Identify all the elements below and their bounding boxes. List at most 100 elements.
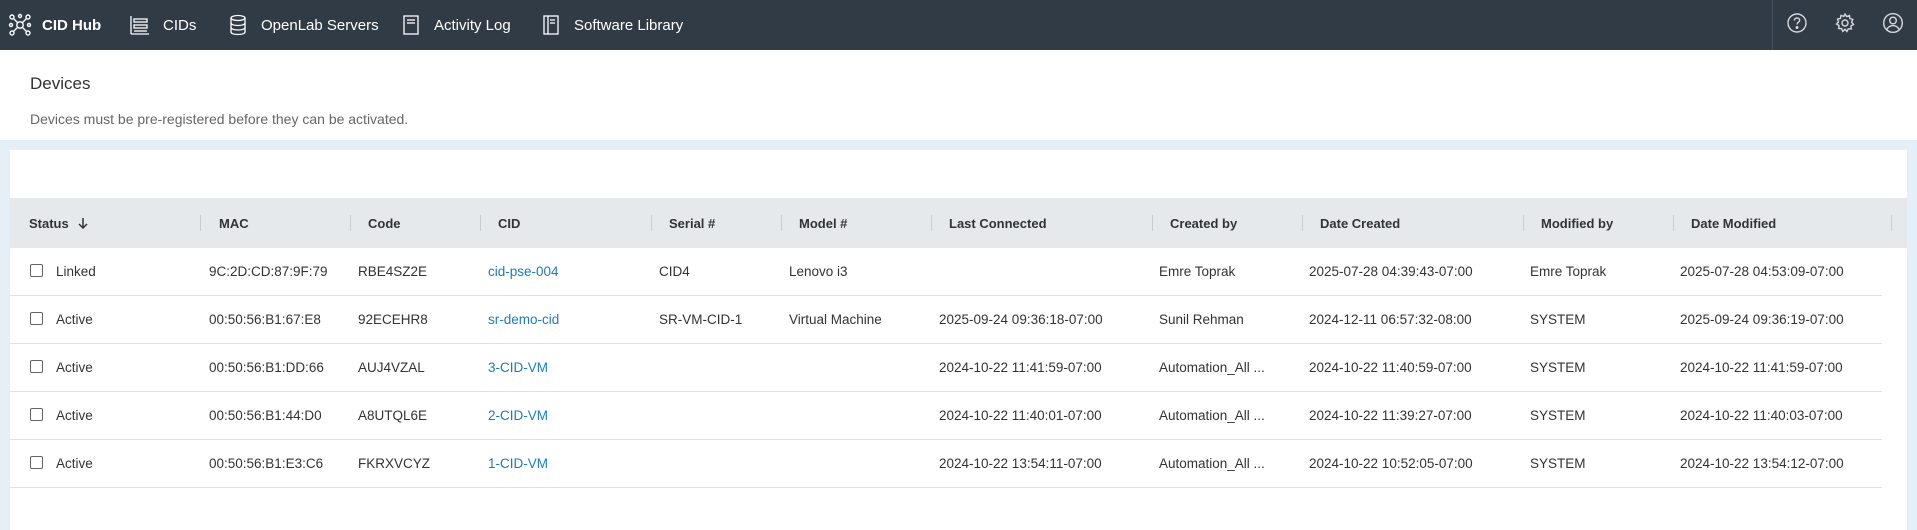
column-header-modified-by[interactable]: Modified by (1524, 198, 1674, 248)
column-header-label: CID (498, 215, 521, 231)
nav-item-activity-log[interactable]: Activity Log (400, 0, 511, 50)
modified-by-cell: SYSTEM (1530, 456, 1586, 471)
column-header-label: Modified by (1541, 215, 1614, 231)
last-connected-cell: 2024-10-22 11:41:59-07:00 (939, 360, 1102, 375)
brand-home-link[interactable]: CID Hub (0, 0, 101, 50)
table-row[interactable]: Active 00:50:56:B1:E3:C6 FKRXVCYZ 1-CID-… (10, 440, 1882, 488)
status-cell: Active (56, 312, 93, 327)
date-created-cell: 2024-10-22 11:39:27-07:00 (1309, 408, 1472, 423)
last-connected-cell: 2024-10-22 11:40:01-07:00 (939, 408, 1102, 423)
mac-cell: 00:50:56:B1:67:E8 (209, 312, 321, 327)
cid-link[interactable]: cid-pse-004 (488, 248, 559, 295)
last-connected-cell: 2025-09-24 09:36:18-07:00 (939, 312, 1103, 327)
table-header-row: Status MAC Code CID Serial # Model # Las… (10, 198, 1907, 248)
nav-item-label: Software Library (574, 16, 684, 34)
nav-item-cids[interactable]: CIDs (129, 0, 196, 50)
row-select-checkbox[interactable] (30, 264, 43, 277)
created-by-cell: Sunil Rehman (1159, 312, 1244, 327)
hub-network-icon (8, 13, 32, 37)
modified-by-cell: SYSTEM (1530, 360, 1586, 375)
serial-cell: CID4 (659, 264, 690, 279)
help-button[interactable] (1773, 0, 1821, 50)
column-header-status[interactable]: Status (29, 198, 201, 248)
column-header-label: Date Modified (1691, 215, 1777, 231)
status-cell: Active (56, 360, 93, 375)
code-cell: AUJ4VZAL (358, 360, 425, 375)
cid-link[interactable]: sr-demo-cid (488, 296, 559, 343)
code-cell: A8UTQL6E (358, 408, 428, 423)
mac-cell: 00:50:56:B1:E3:C6 (209, 456, 324, 471)
settings-gear-icon (1834, 12, 1856, 39)
column-header-label: MAC (219, 215, 249, 231)
page-header: Devices Devices must be pre-registered b… (0, 50, 1917, 140)
column-header-serial[interactable]: Serial # (652, 198, 782, 248)
devices-table-card: Status MAC Code CID Serial # Model # Las… (10, 150, 1907, 530)
date-modified-cell: 2024-10-22 11:40:03-07:00 (1680, 408, 1843, 423)
brand-label: CID Hub (42, 16, 102, 34)
column-header-label: Date Created (1320, 215, 1401, 231)
column-header-cid[interactable]: CID (481, 198, 652, 248)
date-modified-cell: 2025-07-28 04:53:09-07:00 (1680, 264, 1844, 279)
status-cell: Active (56, 408, 93, 423)
table-row[interactable]: Active 00:50:56:B1:67:E8 92ECEHR8 sr-dem… (10, 296, 1882, 344)
mac-cell: 00:50:56:B1:DD:66 (209, 360, 324, 375)
date-modified-cell: 2024-10-22 13:54:12-07:00 (1680, 456, 1844, 471)
serial-cell: SR-VM-CID-1 (659, 312, 743, 327)
table-row[interactable]: Active 00:50:56:B1:44:D0 A8UTQL6E 2-CID-… (10, 392, 1882, 440)
nav-item-openlab-servers[interactable]: OpenLab Servers (227, 0, 379, 50)
page-title: Devices (30, 74, 91, 93)
cid-link[interactable]: 1-CID-VM (488, 440, 548, 487)
date-created-cell: 2024-10-22 10:52:05-07:00 (1309, 456, 1473, 471)
created-by-cell: Automation_All ... (1159, 456, 1265, 471)
modified-by-cell: SYSTEM (1530, 312, 1586, 327)
column-header-model[interactable]: Model # (782, 198, 932, 248)
nav-item-label: Activity Log (434, 16, 511, 34)
user-profile-button[interactable] (1869, 0, 1917, 50)
column-header-label: Serial # (669, 215, 716, 231)
user-profile-icon (1882, 12, 1904, 39)
header-utility-icons (1772, 0, 1917, 50)
last-connected-cell: 2024-10-22 13:54:11-07:00 (939, 456, 1102, 471)
table-row[interactable]: Active 00:50:56:B1:DD:66 AUJ4VZAL 3-CID-… (10, 344, 1882, 392)
log-document-icon (400, 14, 422, 36)
database-icon (227, 14, 249, 36)
cid-link[interactable]: 2-CID-VM (488, 392, 548, 439)
column-header-label: Status (29, 215, 69, 231)
column-header-label: Model # (799, 215, 848, 231)
code-cell: RBE4SZ2E (358, 264, 428, 279)
column-header-mac[interactable]: MAC (201, 198, 351, 248)
column-header-created-by[interactable]: Created by (1153, 198, 1303, 248)
created-by-cell: Automation_All ... (1159, 408, 1265, 423)
column-header-label: Last Connected (949, 215, 1047, 231)
nav-item-label: CIDs (163, 16, 197, 34)
date-created-cell: 2024-12-11 06:57:32-08:00 (1309, 312, 1472, 327)
column-resize-handle[interactable] (1891, 215, 1892, 231)
column-header-last-connected[interactable]: Last Connected (932, 198, 1153, 248)
column-header-date-created[interactable]: Date Created (1303, 198, 1524, 248)
date-modified-cell: 2025-09-24 09:36:19-07:00 (1680, 312, 1844, 327)
nav-item-label: OpenLab Servers (261, 16, 379, 34)
nav-item-software-library[interactable]: Software Library (540, 0, 683, 50)
sort-descending-icon (77, 217, 89, 229)
created-by-cell: Emre Toprak (1159, 264, 1236, 279)
column-header-date-modified[interactable]: Date Modified (1674, 198, 1892, 248)
modified-by-cell: Emre Toprak (1530, 264, 1607, 279)
date-modified-cell: 2024-10-22 11:41:59-07:00 (1680, 360, 1843, 375)
page-subtitle: Devices must be pre-registered before th… (30, 111, 409, 127)
model-cell: Virtual Machine (789, 312, 882, 327)
mac-cell: 9C:2D:CD:87:9F:79 (209, 264, 328, 279)
row-select-checkbox[interactable] (30, 312, 43, 325)
column-header-label: Created by (1170, 215, 1238, 231)
column-header-label: Code (368, 215, 401, 231)
settings-button[interactable] (1821, 0, 1869, 50)
model-cell: Lenovo i3 (789, 264, 848, 279)
row-select-checkbox[interactable] (30, 408, 43, 421)
row-select-checkbox[interactable] (30, 360, 43, 373)
row-select-checkbox[interactable] (30, 456, 43, 469)
column-header-code[interactable]: Code (351, 198, 481, 248)
table-row[interactable]: Linked 9C:2D:CD:87:9F:79 RBE4SZ2E cid-ps… (10, 248, 1882, 296)
mac-cell: 00:50:56:B1:44:D0 (209, 408, 322, 423)
created-by-cell: Automation_All ... (1159, 360, 1265, 375)
cid-link[interactable]: 3-CID-VM (488, 344, 548, 391)
date-created-cell: 2024-10-22 11:40:59-07:00 (1309, 360, 1472, 375)
